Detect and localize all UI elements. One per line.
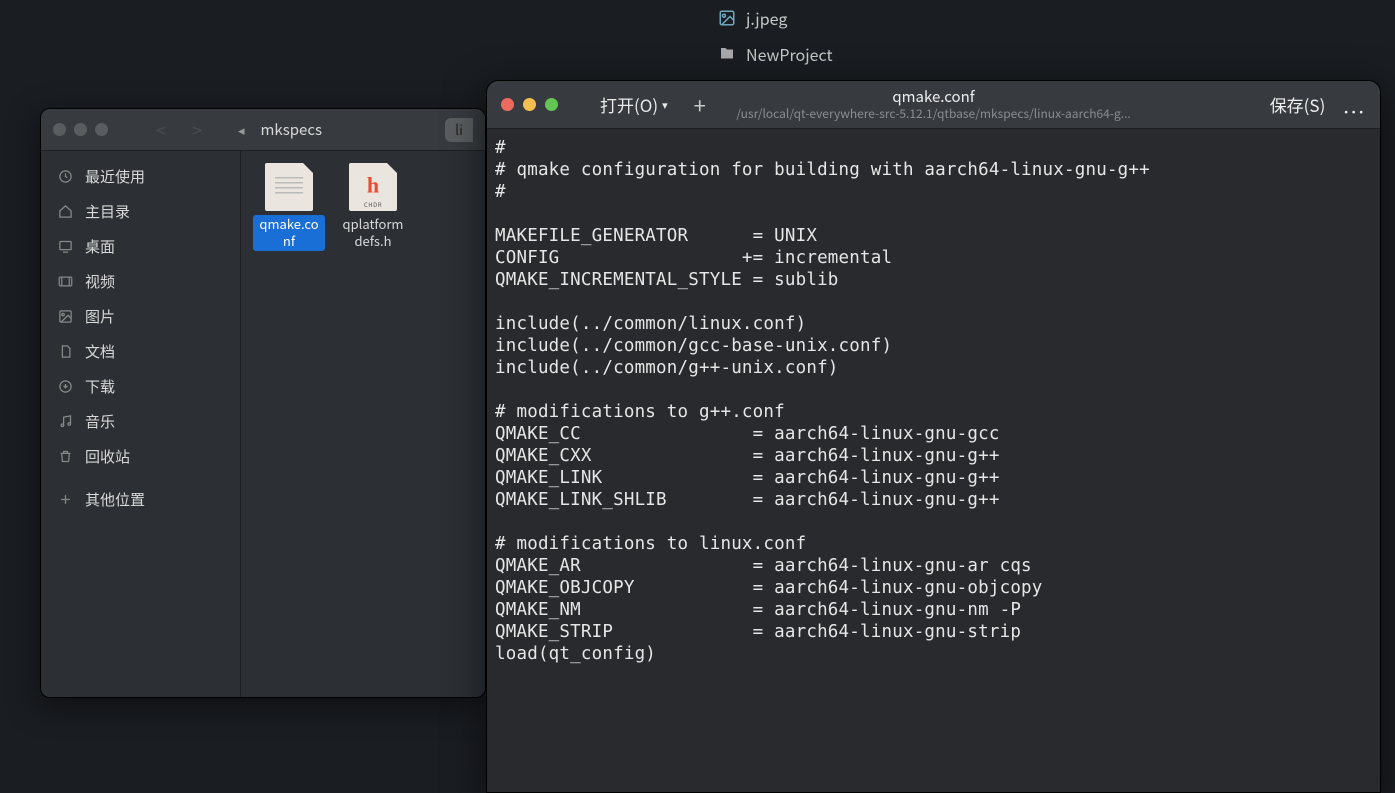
save-button[interactable]: 保存(S) [1270,92,1326,117]
open-label: 打开(O) [600,92,658,117]
file-manager-sidebar: 最近使用 主目录 桌面 视频 图片 文档 下载 音乐 回收站 其他位置 [41,151,241,697]
desktop-icon [57,239,73,255]
breadcrumb-tag[interactable]: li [445,118,473,142]
file-item[interactable]: hCHDR qplatformdefs.h [337,163,409,251]
image-file-icon [718,9,736,27]
chevron-down-icon: ▾ [662,97,668,113]
bg-item-label: j.jpeg [746,6,787,30]
sidebar-item-recent[interactable]: 最近使用 [45,159,236,194]
window-controls[interactable] [53,123,108,136]
file-manager-content[interactable]: qmake.conf hCHDR qplatformdefs.h [241,151,485,697]
breadcrumb[interactable]: ◂ mkspecs li [230,116,473,143]
nav-forward-button[interactable]: > [184,113,210,147]
sidebar-item-label: 回收站 [85,446,130,467]
new-tab-button[interactable]: + [684,89,716,121]
header-file-icon: hCHDR [349,163,397,211]
file-manager-body: 最近使用 主目录 桌面 视频 图片 文档 下载 音乐 回收站 其他位置 qmak… [41,151,485,697]
sidebar-item-desktop[interactable]: 桌面 [45,229,236,264]
maximize-button[interactable] [545,98,558,111]
editor-titlebar[interactable]: 打开(O) ▾ + qmake.conf /usr/local/qt-every… [487,81,1380,129]
sidebar-item-documents[interactable]: 文档 [45,334,236,369]
sidebar-item-label: 主目录 [85,201,130,222]
menu-more-button[interactable]: ... [1343,90,1366,119]
download-icon [57,379,73,395]
sidebar-item-label: 图片 [85,306,115,327]
bg-item[interactable]: j.jpeg [710,0,840,36]
sidebar-item-home[interactable]: 主目录 [45,194,236,229]
trash-icon [57,449,73,465]
file-item-selected[interactable]: qmake.conf [253,163,325,251]
breadcrumb-sep-icon: ◂ [230,116,253,143]
nav-back-button[interactable]: < [148,113,174,147]
file-manager-titlebar[interactable]: < > ◂ mkspecs li [41,109,485,151]
minimize-button[interactable] [523,98,536,111]
file-label: qplatformdefs.h [337,215,409,251]
sidebar-item-label: 文档 [85,341,115,362]
sidebar-item-pictures[interactable]: 图片 [45,299,236,334]
file-manager-window: < > ◂ mkspecs li 最近使用 主目录 桌面 视频 图片 文档 下载… [40,108,486,698]
document-icon [57,344,73,360]
video-icon [57,274,73,290]
sidebar-item-label: 最近使用 [85,166,145,187]
breadcrumb-folder[interactable]: mkspecs [261,119,322,140]
bg-item-label: NewProject [746,42,832,66]
sidebar-item-label: 桌面 [85,236,115,257]
editor-content[interactable]: # # qmake configuration for building wit… [487,129,1380,792]
sidebar-item-other-locations[interactable]: 其他位置 [45,482,236,517]
close-button[interactable] [53,123,66,136]
text-editor-window: 打开(O) ▾ + qmake.conf /usr/local/qt-every… [486,80,1381,793]
minimize-button[interactable] [74,123,87,136]
maximize-button[interactable] [95,123,108,136]
close-button[interactable] [501,98,514,111]
editor-title-center: qmake.conf /usr/local/qt-everywhere-src-… [736,88,1131,122]
sidebar-item-label: 视频 [85,271,115,292]
editor-filename: qmake.conf [736,88,1131,107]
window-controls[interactable] [501,98,558,111]
file-label: qmake.conf [253,215,325,251]
sidebar-item-videos[interactable]: 视频 [45,264,236,299]
text-file-icon [265,163,313,211]
editor-filepath: /usr/local/qt-everywhere-src-5.12.1/qtba… [736,106,1131,121]
clock-icon [57,169,73,185]
sidebar-item-label: 音乐 [85,411,115,432]
image-icon [57,309,73,325]
sidebar-item-label: 下载 [85,376,115,397]
plus-icon [57,492,73,508]
folder-link-icon [718,45,736,63]
sidebar-item-trash[interactable]: 回收站 [45,439,236,474]
sidebar-item-label: 其他位置 [85,489,145,510]
bg-item[interactable]: NewProject [710,36,840,72]
music-icon [57,414,73,430]
open-button[interactable]: 打开(O) ▾ [592,90,676,119]
sidebar-item-downloads[interactable]: 下载 [45,369,236,404]
sidebar-item-music[interactable]: 音乐 [45,404,236,439]
home-icon [57,204,73,220]
